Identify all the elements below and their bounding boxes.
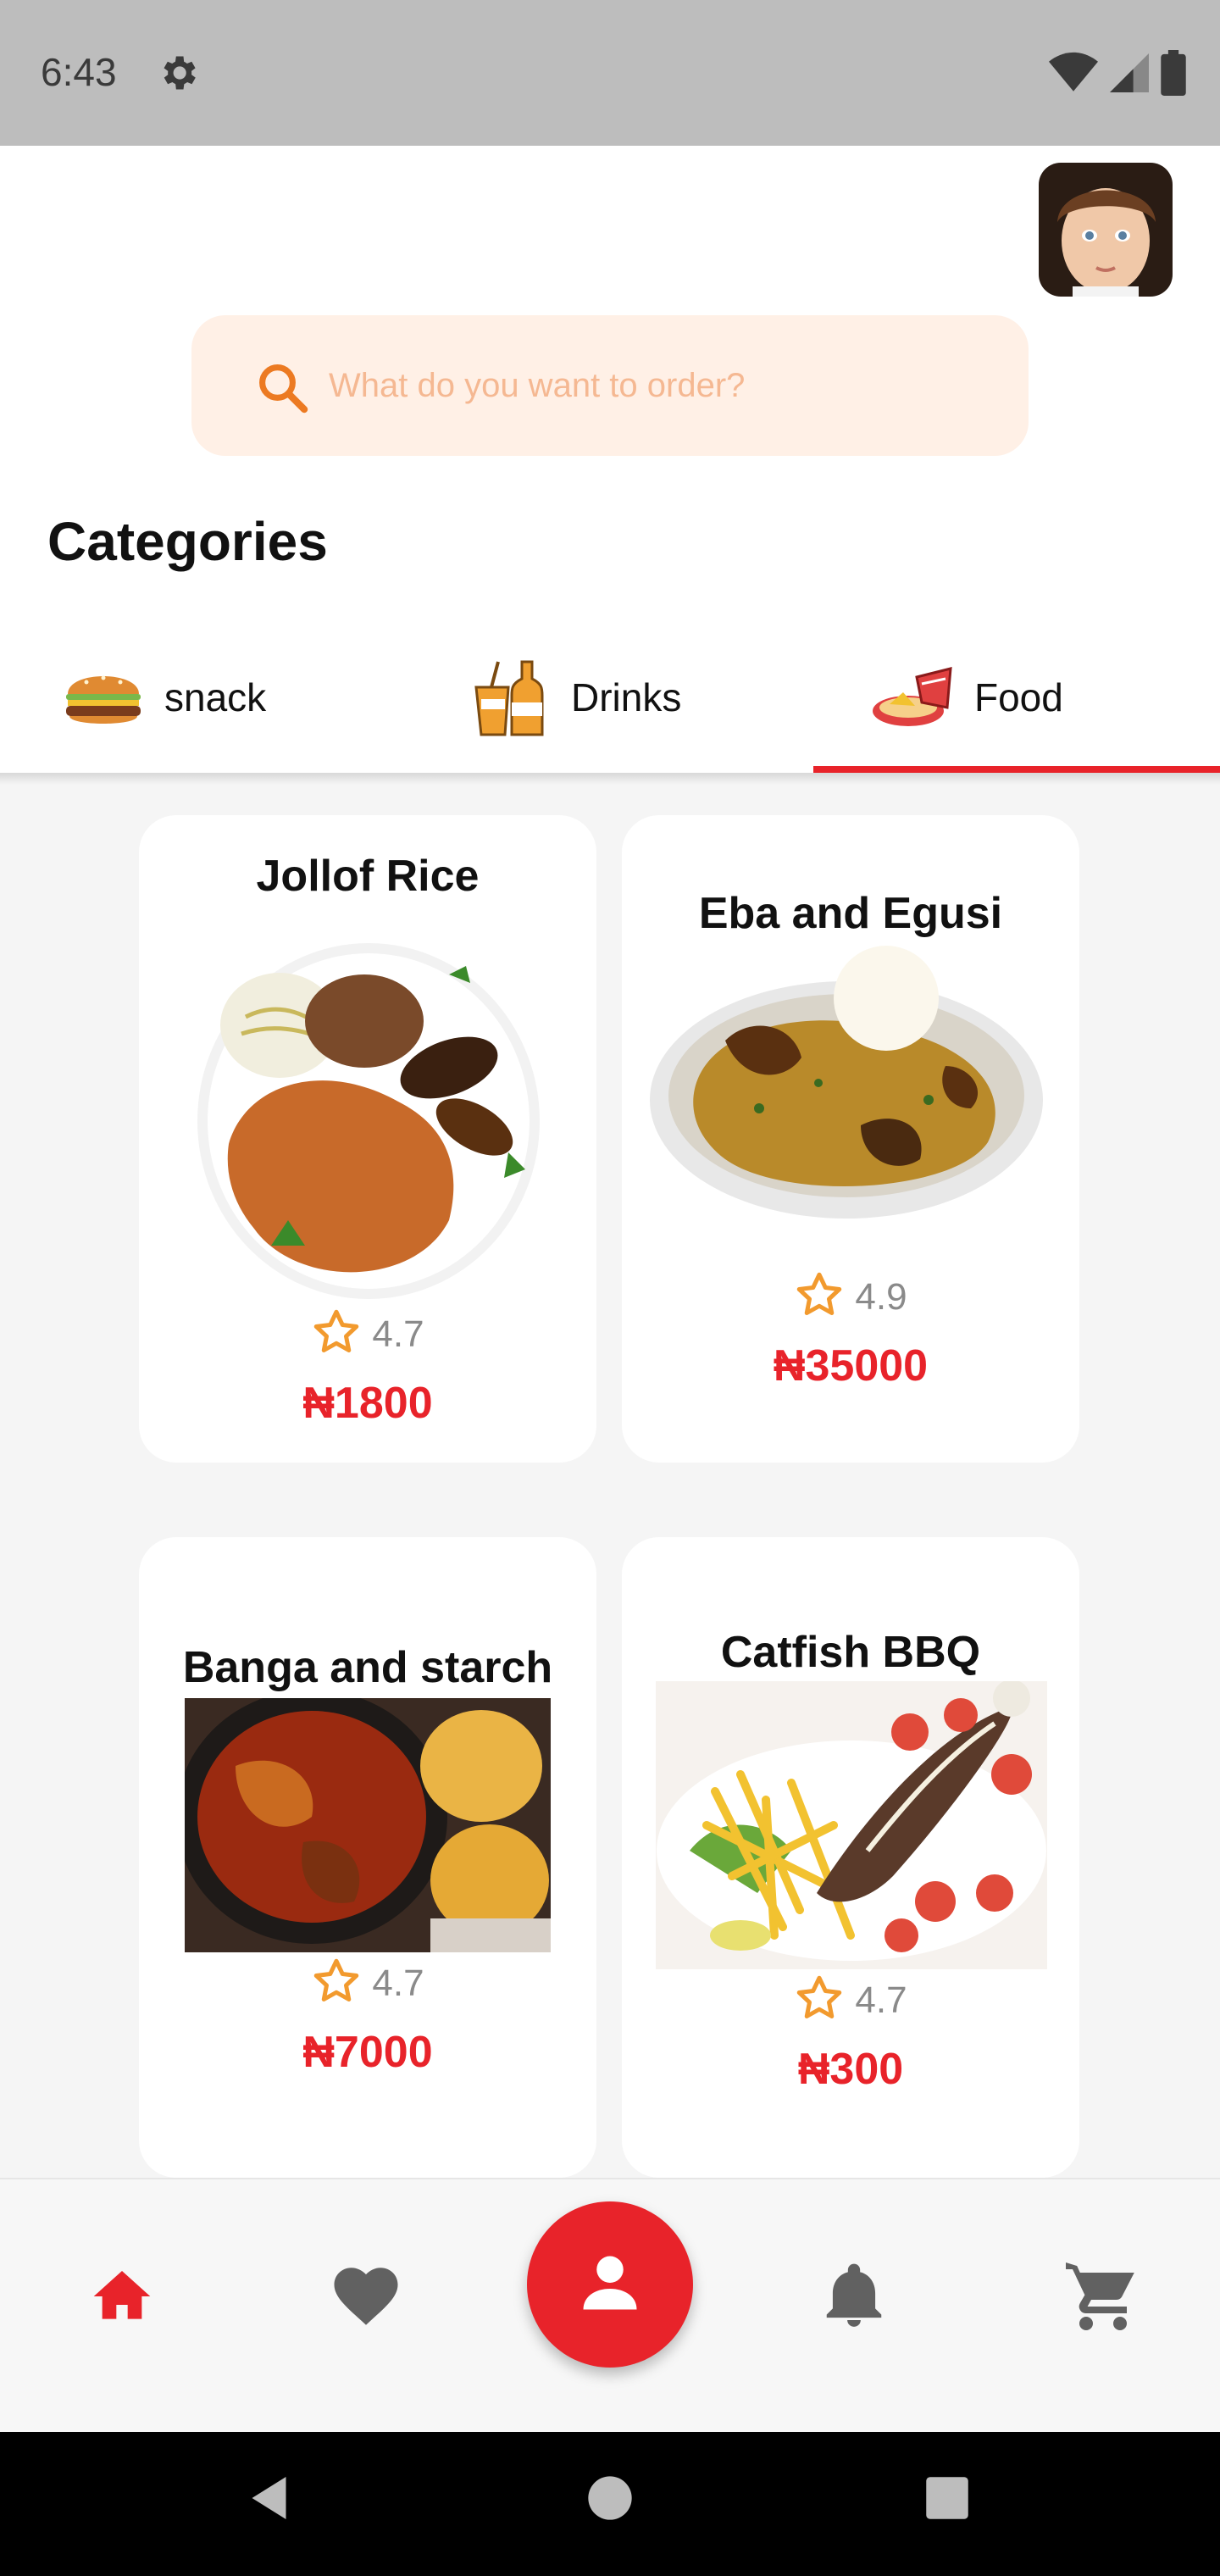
home-system-button[interactable] xyxy=(576,2466,644,2534)
burger-icon xyxy=(61,655,146,740)
category-tabs: snack Drinks Food xyxy=(0,620,1220,774)
profile-icon xyxy=(574,2247,646,2323)
nav-cart[interactable] xyxy=(1061,2256,1145,2340)
tab-label-snack: snack xyxy=(164,675,267,719)
battery-icon xyxy=(1161,49,1186,100)
tab-label-food: Food xyxy=(974,675,1063,719)
heart-icon xyxy=(328,2258,404,2339)
product-card[interactable]: Jollof Rice 4.7 ₦1800 xyxy=(139,815,596,1463)
drinks-icon xyxy=(468,655,552,740)
product-price: ₦35000 xyxy=(773,1341,929,1391)
search-icon xyxy=(254,359,310,415)
product-price: ₦1800 xyxy=(302,1379,433,1428)
status-icons xyxy=(1049,49,1186,100)
product-card[interactable]: Catfish BBQ 4.7 ₦300 xyxy=(622,1537,1079,2178)
header: Categories snack xyxy=(0,146,1220,773)
food-icon xyxy=(871,655,956,740)
product-card[interactable]: Eba and Egusi 4.9 ₦35000 xyxy=(622,815,1079,1463)
rating-value: 4.7 xyxy=(855,1979,907,2021)
rating-value: 4.7 xyxy=(372,1313,424,1355)
recents-button[interactable] xyxy=(913,2466,981,2534)
square-icon xyxy=(924,2475,970,2525)
system-nav-bar xyxy=(0,2432,1220,2576)
product-image xyxy=(176,1690,551,1957)
product-name: Catfish BBQ xyxy=(720,1628,981,1677)
tab-food[interactable]: Food xyxy=(871,620,1220,774)
nav-profile[interactable] xyxy=(527,2201,693,2368)
tabs-divider xyxy=(0,773,1220,785)
tab-label-drinks: Drinks xyxy=(571,675,682,719)
rating-value: 4.7 xyxy=(372,1962,424,2004)
back-button[interactable] xyxy=(237,2466,305,2534)
product-price: ₦7000 xyxy=(302,2028,433,2077)
gear-icon xyxy=(156,51,200,95)
tab-indicator xyxy=(813,766,1220,773)
cart-icon xyxy=(1062,2256,1144,2341)
product-rating: 4.7 xyxy=(139,1956,596,2011)
star-icon xyxy=(794,1269,845,1324)
categories-title: Categories xyxy=(47,511,328,572)
product-image xyxy=(649,939,1044,1231)
product-card[interactable]: Banga and starch 4.7 ₦7000 xyxy=(139,1537,596,2178)
home-icon xyxy=(88,2262,156,2334)
status-time: 6:43 xyxy=(41,50,117,94)
product-rating: 4.7 xyxy=(139,1307,596,1362)
star-icon xyxy=(794,1973,845,2028)
rating-value: 4.9 xyxy=(855,1275,907,1318)
product-price: ₦300 xyxy=(797,2045,904,2094)
tab-snack[interactable]: snack xyxy=(61,620,468,774)
tab-drinks[interactable]: Drinks xyxy=(468,620,874,774)
search-input[interactable] xyxy=(329,315,990,456)
signal-icon xyxy=(1110,52,1149,98)
back-icon xyxy=(246,2473,297,2528)
nav-favorites[interactable] xyxy=(324,2256,408,2340)
circle-icon xyxy=(586,2474,634,2526)
wifi-icon xyxy=(1049,52,1098,98)
product-image xyxy=(195,941,542,1306)
star-icon xyxy=(311,1956,362,2011)
search-bar[interactable] xyxy=(191,315,1029,456)
product-rating: 4.7 xyxy=(622,1973,1079,2028)
star-icon xyxy=(311,1307,362,1362)
product-rating: 4.9 xyxy=(622,1269,1079,1324)
profile-avatar[interactable] xyxy=(1039,163,1173,297)
product-image xyxy=(656,1679,1047,1974)
nav-home[interactable] xyxy=(80,2256,164,2340)
status-bar: 6:43 xyxy=(0,0,1220,146)
nav-notifications[interactable] xyxy=(812,2256,896,2340)
product-name: Jollof Rice xyxy=(256,852,480,901)
bell-icon xyxy=(818,2260,890,2337)
product-name: Eba and Egusi xyxy=(698,889,1003,938)
bottom-nav xyxy=(0,2178,1220,2432)
product-name: Banga and starch xyxy=(182,1643,553,1692)
